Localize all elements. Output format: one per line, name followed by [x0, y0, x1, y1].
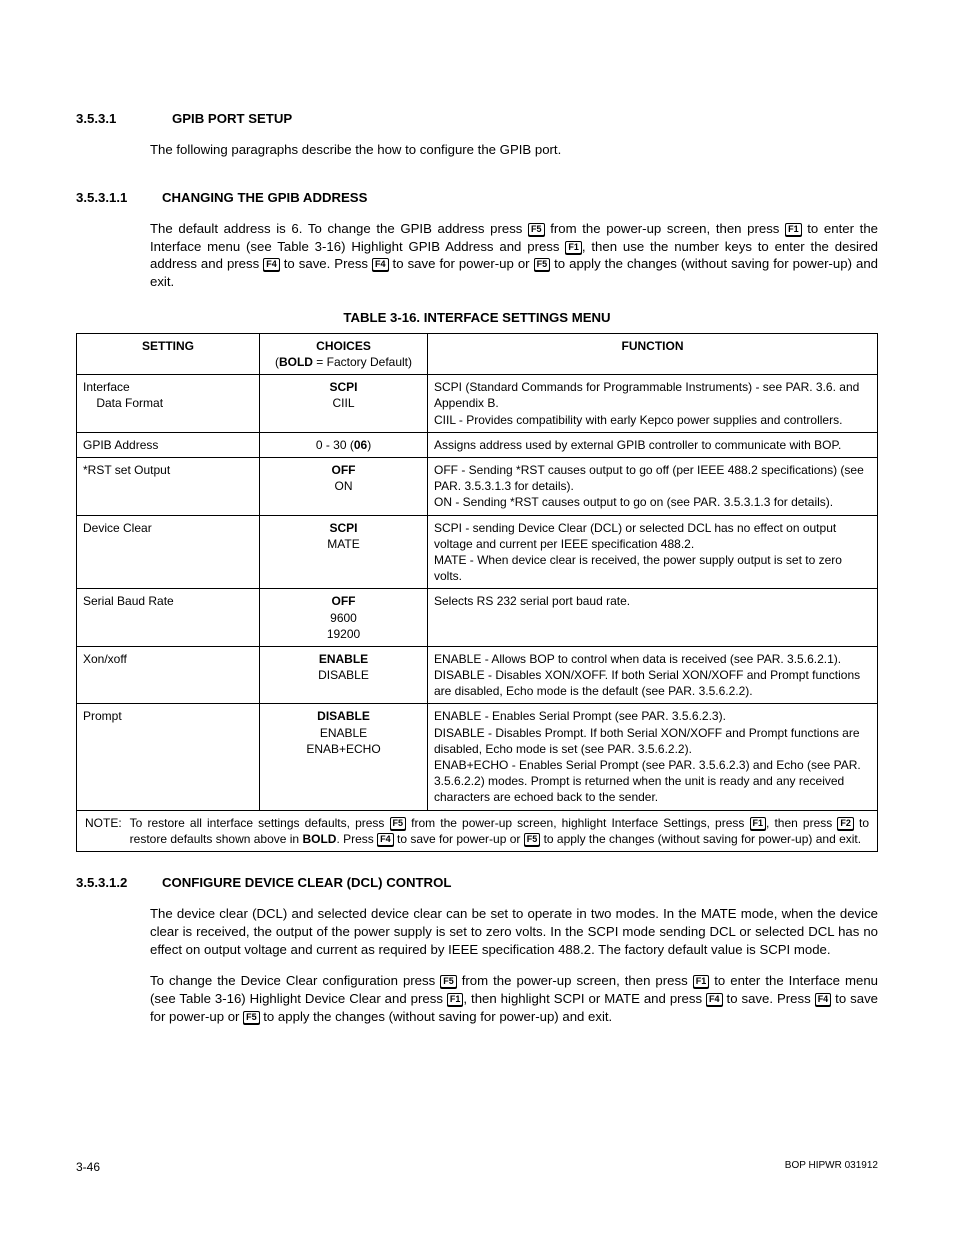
f1-key-icon: F1	[785, 223, 802, 236]
f5-key-icon: F5	[528, 223, 545, 236]
f1-key-icon: F1	[750, 817, 767, 830]
subsection-paragraph: The default address is 6. To change the …	[150, 220, 878, 291]
function-cell: Selects RS 232 serial port baud rate.	[428, 589, 878, 647]
table-caption: TABLE 3-16. INTERFACE SETTINGS MENU	[76, 309, 878, 327]
subsection-number: 3.5.3.1.1	[76, 189, 142, 207]
th-function: FUNCTION	[428, 333, 878, 374]
table-note: NOTE: To restore all interface settings …	[77, 810, 878, 851]
function-cell: Assigns address used by external GPIB co…	[428, 432, 878, 457]
subsection-paragraph: To change the Device Clear configuration…	[150, 972, 878, 1025]
choices-cell: ENABLEDISABLE	[260, 646, 428, 704]
f1-key-icon: F1	[447, 993, 464, 1006]
choices-cell: 0 - 30 (06)	[260, 432, 428, 457]
f1-key-icon: F1	[565, 241, 582, 254]
setting-cell: Device Clear	[77, 515, 260, 589]
subsection-number: 3.5.3.1.2	[76, 874, 142, 892]
f4-key-icon: F4	[706, 993, 723, 1006]
choices-cell: SCPIMATE	[260, 515, 428, 589]
subsection-title: CONFIGURE DEVICE CLEAR (DCL) CONTROL	[162, 874, 451, 892]
f5-key-icon: F5	[390, 817, 407, 830]
function-cell: SCPI (Standard Commands for Programmable…	[428, 375, 878, 433]
f2-key-icon: F2	[837, 817, 854, 830]
page-number: 3-46	[76, 1159, 100, 1175]
choices-cell: OFF960019200	[260, 589, 428, 647]
section-number: 3.5.3.1	[76, 110, 142, 128]
table-row: GPIB Address0 - 30 (06)Assigns address u…	[77, 432, 878, 457]
setting-cell: Interface Data Format	[77, 375, 260, 433]
f5-key-icon: F5	[440, 975, 457, 988]
f5-key-icon: F5	[243, 1011, 260, 1024]
choices-cell: SCPICIIL	[260, 375, 428, 433]
f4-key-icon: F4	[815, 993, 832, 1006]
f5-key-icon: F5	[524, 833, 541, 846]
table-row: Xon/xoffENABLEDISABLEENABLE - Allows BOP…	[77, 646, 878, 704]
f4-key-icon: F4	[377, 833, 394, 846]
setting-cell: Prompt	[77, 704, 260, 810]
choices-cell: DISABLEENABLEENAB+ECHO	[260, 704, 428, 810]
function-cell: ENABLE - Allows BOP to control when data…	[428, 646, 878, 704]
doc-id: BOP HIPWR 031912	[785, 1159, 878, 1175]
setting-cell: GPIB Address	[77, 432, 260, 457]
subsection-title: CHANGING THE GPIB ADDRESS	[162, 189, 367, 207]
table-row: *RST set OutputOFFONOFF - Sending *RST c…	[77, 458, 878, 516]
interface-settings-table: SETTING CHOICES (BOLD = Factory Default)…	[76, 333, 878, 852]
f4-key-icon: F4	[372, 258, 389, 271]
table-row: Interface Data FormatSCPICIILSCPI (Stand…	[77, 375, 878, 433]
f5-key-icon: F5	[534, 258, 551, 271]
th-setting: SETTING	[77, 333, 260, 374]
function-cell: SCPI - sending Device Clear (DCL) or sel…	[428, 515, 878, 589]
subsection-paragraph: The device clear (DCL) and selected devi…	[150, 905, 878, 958]
table-row: Serial Baud RateOFF960019200Selects RS 2…	[77, 589, 878, 647]
choices-cell: OFFON	[260, 458, 428, 516]
function-cell: ENABLE - Enables Serial Prompt (see PAR.…	[428, 704, 878, 810]
section-paragraph: The following paragraphs describe the ho…	[150, 141, 878, 159]
f4-key-icon: F4	[263, 258, 280, 271]
table-row: PromptDISABLEENABLEENAB+ECHOENABLE - Ena…	[77, 704, 878, 810]
section-title: GPIB PORT SETUP	[172, 110, 292, 128]
f1-key-icon: F1	[693, 975, 710, 988]
setting-cell: Xon/xoff	[77, 646, 260, 704]
function-cell: OFF - Sending *RST causes output to go o…	[428, 458, 878, 516]
th-choices: CHOICES (BOLD = Factory Default)	[260, 333, 428, 374]
setting-cell: *RST set Output	[77, 458, 260, 516]
setting-cell: Serial Baud Rate	[77, 589, 260, 647]
table-row: Device ClearSCPIMATESCPI - sending Devic…	[77, 515, 878, 589]
